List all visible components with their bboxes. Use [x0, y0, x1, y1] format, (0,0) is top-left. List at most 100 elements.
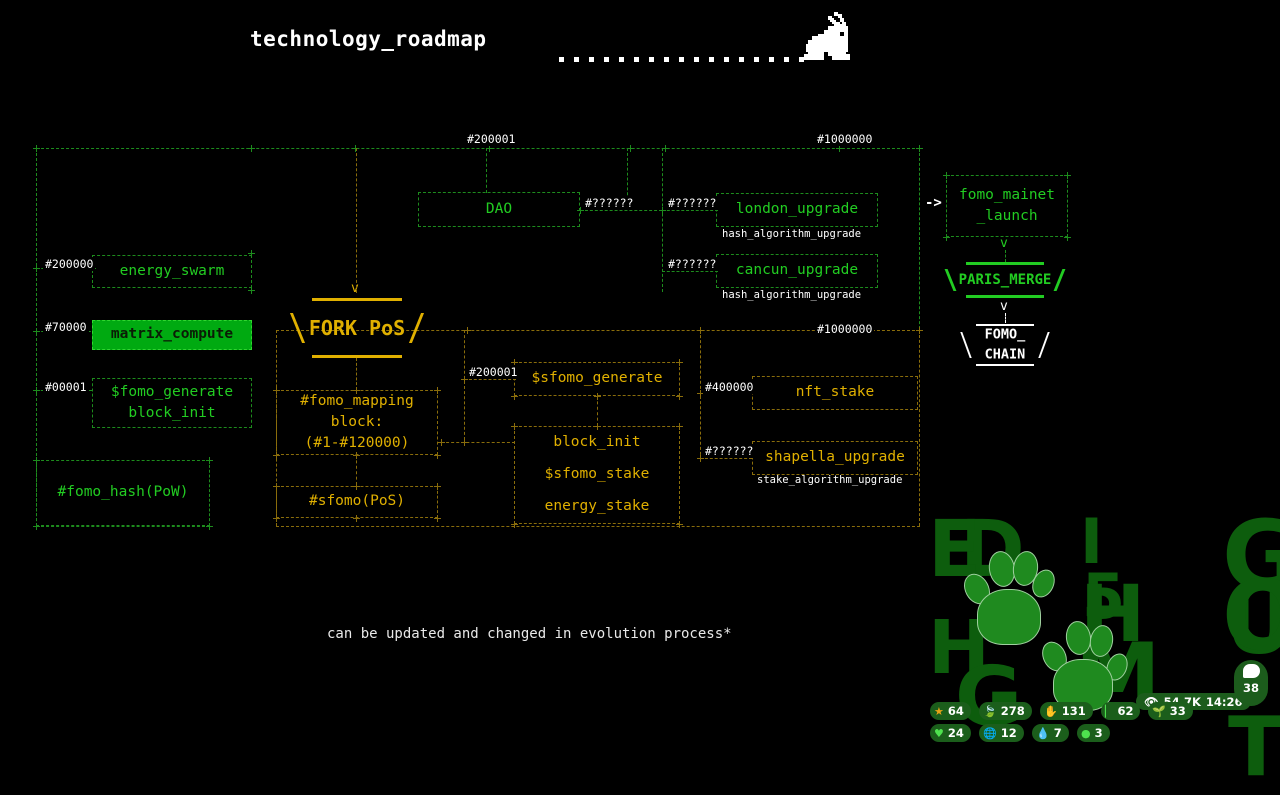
junction [836, 145, 843, 152]
node-shapella-upgrade[interactable]: shapella_upgrade [752, 441, 918, 475]
reaction-count: 7 [1053, 726, 1062, 740]
node-label-line2: block: [330, 414, 384, 430]
node-label: london_upgrade [735, 201, 859, 218]
rail-label-top-right: #1000000 [815, 132, 875, 146]
connector [662, 210, 718, 211]
node-label-line1: $fomo_generate [110, 383, 234, 400]
reaction-pill[interactable]: ★ 64 [930, 702, 971, 720]
fork-enter-marker: v [351, 281, 359, 296]
node-fomo-chain[interactable]: FOMO_ CHAIN [960, 324, 1050, 366]
node-paris-merge[interactable]: PARIS_MERGE [944, 262, 1066, 298]
reaction-pill[interactable]: 🌐 12 [979, 724, 1024, 742]
reaction-pill[interactable]: 🍃 278 [979, 702, 1032, 720]
node-sfomo-generate[interactable]: $sfomo_generate [514, 362, 680, 396]
block-label-cancun: #?????? [666, 257, 719, 271]
roadmap-canvas: technology_roadmap #200001 #1000000 #200… [0, 0, 1280, 795]
rail-label-mid-right: #1000000 [815, 322, 875, 336]
node-label-line1: FOMO_ [984, 326, 1026, 343]
junction [486, 145, 493, 152]
node-label: #fomo_hash(PoW) [57, 484, 189, 501]
junction [434, 387, 441, 394]
junction [273, 452, 280, 459]
node-dao[interactable]: DAO [418, 192, 580, 227]
comment-bubble-icon [1242, 664, 1260, 678]
reaction-count: 12 [1000, 726, 1017, 740]
block-label-london: #?????? [666, 196, 719, 210]
rail-bottom-green [36, 526, 210, 527]
node-fomo-hash[interactable]: #fomo_hash(PoW) [36, 460, 210, 526]
connector [464, 379, 516, 380]
junction [916, 145, 923, 152]
junction [464, 327, 471, 334]
junction [353, 515, 360, 522]
junction [627, 145, 634, 152]
node-label-line2: CHAIN [984, 346, 1026, 362]
node-matrix-compute[interactable]: matrix_compute [92, 320, 252, 350]
node-label: PARIS_MERGE [958, 272, 1052, 288]
node-fomo-mainet-launch[interactable]: fomo_mainet _launch [946, 175, 1068, 237]
block-label-matrix-compute: #70000 [43, 320, 89, 334]
reaction-pill[interactable]: ♥ 24 [930, 724, 971, 742]
reaction-count: 24 [947, 726, 964, 740]
reaction-pill[interactable]: ▏ 62 [1101, 702, 1141, 720]
junction [33, 328, 40, 335]
reaction-count: 62 [1117, 704, 1134, 718]
node-fomo-mapping[interactable]: #fomo_mapping block: (#1-#120000) [276, 390, 438, 455]
sublabel-london: hash_algorithm_upgrade [722, 228, 862, 240]
node-fork-pos[interactable]: FORK PoS [289, 298, 425, 358]
circle-leaf-icon: ● [1081, 726, 1091, 740]
node-label-line3: energy_stake [544, 498, 650, 515]
block-label-fomo-generate: #00001 [43, 380, 89, 394]
reaction-bar: ★ 64 🍃 278 ✋ 131 ▏ 62 🌱 33 ♥ 24 🌐 12 💧 7 ● 3 [930, 686, 1280, 766]
junction [1064, 172, 1071, 179]
marker-to-paris: v [1000, 236, 1008, 251]
junction [461, 439, 468, 446]
junction [594, 423, 601, 430]
reaction-count: 33 [1169, 704, 1186, 718]
block-label-nft-stake: #400000 [703, 380, 756, 394]
junction [511, 393, 518, 400]
pixel-rabbit-icon [804, 12, 850, 60]
node-label-line1: block_init [553, 434, 641, 451]
junction [943, 234, 950, 241]
junction [33, 457, 40, 464]
rail-bottom-yellow [276, 526, 920, 527]
node-sfomo-pos[interactable]: #sfomo(PoS) [276, 486, 438, 518]
node-label-line2: block_init [128, 405, 216, 421]
node-london-upgrade[interactable]: london_upgrade [716, 193, 878, 227]
reaction-pill[interactable]: 🌱 33 [1148, 702, 1193, 720]
connector [441, 442, 515, 443]
junction [916, 327, 923, 334]
connector [580, 210, 662, 211]
page-title: technology_roadmap [250, 27, 487, 51]
globe-icon: 🌐 [983, 726, 997, 740]
junction [434, 452, 441, 459]
connector [1005, 250, 1006, 262]
node-label-line2: _launch [976, 208, 1038, 224]
reaction-pill[interactable]: ● 3 [1077, 724, 1110, 742]
node-nft-stake[interactable]: nft_stake [752, 376, 918, 410]
leaf-icon: 🍃 [983, 704, 997, 718]
node-label: FORK PoS [308, 316, 406, 340]
node-cancun-upgrade[interactable]: cancun_upgrade [716, 254, 878, 288]
node-fomo-generate[interactable]: $fomo_generate block_init [92, 378, 252, 428]
junction [206, 457, 213, 464]
sprout-icon: 🌱 [1152, 704, 1166, 718]
connector [1005, 313, 1006, 323]
node-stake-box[interactable]: block_init $sfomo_stake energy_stake [514, 426, 680, 524]
junction [676, 521, 683, 528]
connector [700, 458, 752, 459]
hex-edge [966, 262, 1044, 265]
reaction-pill[interactable]: ✋ 131 [1040, 702, 1093, 720]
connector [356, 455, 357, 485]
reaction-pill[interactable]: 💧 7 [1032, 724, 1069, 742]
node-energy-swarm[interactable]: energy_swarm [92, 255, 252, 288]
junction [676, 393, 683, 400]
dotted-rule [559, 57, 805, 62]
node-label-line2: $sfomo_stake [544, 466, 650, 483]
connector [356, 358, 357, 390]
rail-label-top-left: #200001 [465, 132, 518, 146]
footnote: can be updated and changed in evolution … [327, 626, 732, 642]
launch-arrow: -> [925, 195, 942, 211]
connector [356, 148, 357, 293]
